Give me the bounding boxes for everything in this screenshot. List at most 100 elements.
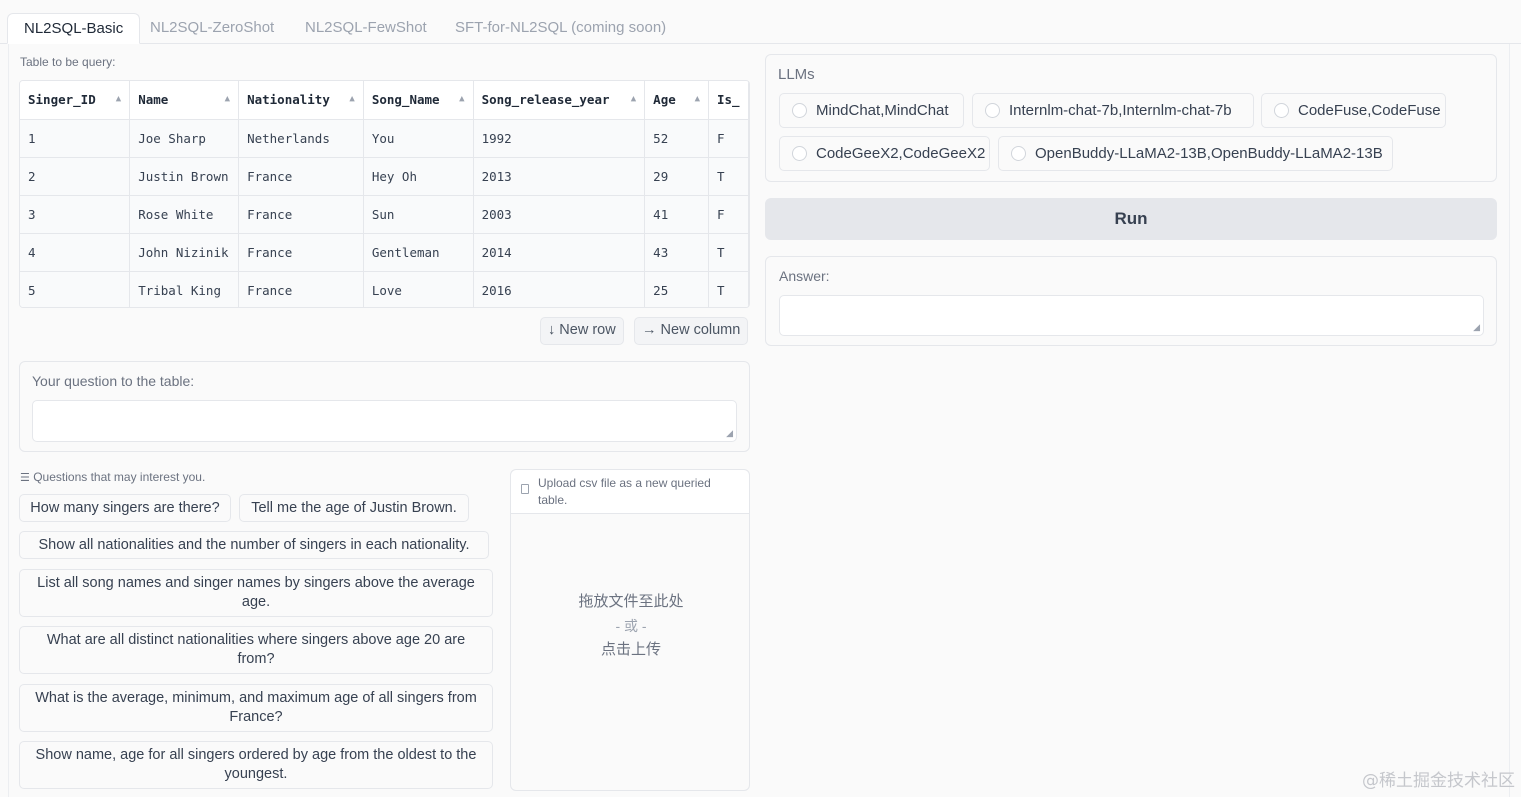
example-question-button[interactable]: Tell me the age of Justin Brown. <box>239 494 469 522</box>
column-header[interactable]: Name ▲ <box>129 81 240 120</box>
table-cell[interactable]: 5 <box>20 271 131 307</box>
table-cell[interactable]: France <box>238 271 364 307</box>
table-cell[interactable]: France <box>238 195 364 234</box>
table-cell[interactable]: You <box>363 119 474 158</box>
resize-handle-icon[interactable]: ◢ <box>1473 322 1480 333</box>
table-row: 5 Tribal King France Love 2016 25 T <box>20 271 749 307</box>
table-row: 1 Joe Sharp Netherlands You 1992 52 F <box>20 119 749 158</box>
llm-option-openbuddy[interactable]: OpenBuddy-LLaMA2-13B,OpenBuddy-LLaMA2-13… <box>998 136 1393 171</box>
sort-arrow-icon[interactable]: ▲ <box>349 94 354 104</box>
table-cell[interactable]: 43 <box>644 233 709 272</box>
file-icon <box>521 484 529 494</box>
table-label: Table to be query: <box>20 55 116 69</box>
table-cell[interactable]: Sun <box>363 195 474 234</box>
table-cell[interactable]: 3 <box>20 195 131 234</box>
question-block: Your question to the table: ◢ <box>19 361 750 452</box>
answer-output: ◢ <box>779 295 1484 336</box>
table-cell[interactable]: 41 <box>644 195 709 234</box>
table-header-row: Singer_ID ▲ Name ▲ Nationality ▲ Song_Name ▲… <box>20 81 749 120</box>
example-question-button[interactable]: List all song names and singer names by … <box>19 569 493 617</box>
example-question-button[interactable]: How many singers are there? <box>19 494 231 522</box>
dataframe-table: Singer_ID ▲ Name ▲ Nationality ▲ Song_Name ▲… <box>19 80 750 308</box>
column-header[interactable]: Singer_ID ▲ <box>20 81 131 120</box>
table-cell[interactable]: F <box>708 119 749 158</box>
table-cell[interactable]: T <box>708 233 749 272</box>
table-cell[interactable]: France <box>238 157 364 196</box>
or-text: - 或 - <box>615 618 647 634</box>
csv-upload-block: Upload csv file as a new queried table. … <box>510 469 750 791</box>
sort-arrow-icon[interactable]: ▲ <box>695 94 700 104</box>
new-row-button[interactable]: ↓ New row <box>540 317 624 345</box>
table-cell[interactable]: 2 <box>20 157 131 196</box>
table-cell[interactable]: 2013 <box>473 157 646 196</box>
data-grid: Singer_ID ▲ Name ▲ Nationality ▲ Song_Name ▲… <box>20 81 749 307</box>
llm-option-mindchat[interactable]: MindChat,MindChat <box>779 93 964 128</box>
question-input[interactable]: ◢ <box>32 400 737 442</box>
table-cell[interactable]: Netherlands <box>238 119 364 158</box>
file-drop-zone[interactable]: 拖放文件至此处 - 或 - 点击上传 <box>511 590 751 662</box>
table-cell[interactable]: F <box>708 195 749 234</box>
table-cell[interactable]: France <box>238 233 364 272</box>
table-cell[interactable]: Joe Sharp <box>129 119 240 158</box>
sort-arrow-icon[interactable]: ▲ <box>116 94 121 104</box>
table-cell[interactable]: T <box>708 271 749 307</box>
table-cell[interactable]: Love <box>363 271 474 307</box>
tab-nl2sql-fewshot[interactable]: NL2SQL-FewShot <box>289 13 443 44</box>
table-cell[interactable]: T <box>708 157 749 196</box>
table-cell[interactable]: 2014 <box>473 233 646 272</box>
run-button[interactable]: Run <box>765 198 1497 240</box>
table-cell[interactable]: Justin Brown <box>129 157 240 196</box>
table-cell[interactable]: 1992 <box>473 119 646 158</box>
tab-nl2sql-basic[interactable]: NL2SQL-Basic <box>7 13 141 44</box>
table-cell[interactable]: 2016 <box>473 271 646 307</box>
tab-bar: NL2SQL-Basic NL2SQL-ZeroShot NL2SQL-FewS… <box>0 0 1521 44</box>
list-icon: ☰ <box>20 472 30 484</box>
llm-option-codegeex2[interactable]: CodeGeeX2,CodeGeeX2 <box>779 136 990 171</box>
example-question-button[interactable]: Show all nationalities and the number of… <box>19 531 489 559</box>
table-cell[interactable]: 29 <box>644 157 709 196</box>
column-header[interactable]: Is_ <box>708 81 749 120</box>
question-label: Your question to the table: <box>32 373 195 389</box>
table-cell[interactable]: Rose White <box>129 195 240 234</box>
radio-icon[interactable] <box>1011 146 1026 161</box>
table-cell[interactable]: Hey Oh <box>363 157 474 196</box>
sort-arrow-icon[interactable]: ▲ <box>631 94 636 104</box>
llm-option-internlm[interactable]: Internlm-chat-7b,Internlm-chat-7b <box>972 93 1254 128</box>
radio-icon[interactable] <box>792 146 807 161</box>
sort-arrow-icon[interactable]: ▲ <box>459 94 464 104</box>
table-cell[interactable]: 25 <box>644 271 709 307</box>
radio-icon[interactable] <box>792 103 807 118</box>
tab-nl2sql-zeroshot[interactable]: NL2SQL-ZeroShot <box>134 13 290 44</box>
drop-text: 拖放文件至此处 <box>578 593 684 610</box>
watermark: @稀土掘金技术社区 <box>1362 771 1515 791</box>
table-cell[interactable]: 52 <box>644 119 709 158</box>
table-cell[interactable]: Tribal King <box>129 271 240 307</box>
sort-arrow-icon[interactable]: ▲ <box>225 94 230 104</box>
table-cell[interactable]: 1 <box>20 119 131 158</box>
example-question-button[interactable]: What is the average, minimum, and maximu… <box>19 684 493 732</box>
column-header[interactable]: Song_release_year ▲ <box>473 81 646 120</box>
tab-sft-for-nl2sql[interactable]: SFT-for-NL2SQL (coming soon) <box>439 13 682 44</box>
table-cell[interactable]: 4 <box>20 233 131 272</box>
table-cell[interactable]: John Nizinik <box>129 233 240 272</box>
llms-label: LLMs <box>778 66 815 83</box>
upload-label: Upload csv file as a new queried table. <box>511 470 749 514</box>
column-header[interactable]: Nationality ▲ <box>238 81 364 120</box>
radio-icon[interactable] <box>1274 103 1289 118</box>
resize-handle-icon[interactable]: ◢ <box>726 428 733 439</box>
examples-label: ☰ Questions that may interest you. <box>20 470 206 484</box>
llm-option-codefuse[interactable]: CodeFuse,CodeFuse <box>1261 93 1446 128</box>
example-question-button[interactable]: Show name, age for all singers ordered b… <box>19 741 493 789</box>
answer-label: Answer: <box>779 268 830 284</box>
table-row: 4 John Nizinik France Gentleman 2014 43 … <box>20 233 749 272</box>
column-header[interactable]: Age ▲ <box>644 81 709 120</box>
click-upload-text: 点击上传 <box>600 641 661 658</box>
example-question-button[interactable]: What are all distinct nationalities wher… <box>19 626 493 674</box>
table-cell[interactable]: Gentleman <box>363 233 474 272</box>
radio-icon[interactable] <box>985 103 1000 118</box>
new-column-button[interactable]: → New column <box>634 317 749 345</box>
answer-block: Answer: ◢ <box>765 256 1497 346</box>
column-header[interactable]: Song_Name ▲ <box>363 81 474 120</box>
table-cell[interactable]: 2003 <box>473 195 646 234</box>
table-row: 2 Justin Brown France Hey Oh 2013 29 T <box>20 157 749 196</box>
